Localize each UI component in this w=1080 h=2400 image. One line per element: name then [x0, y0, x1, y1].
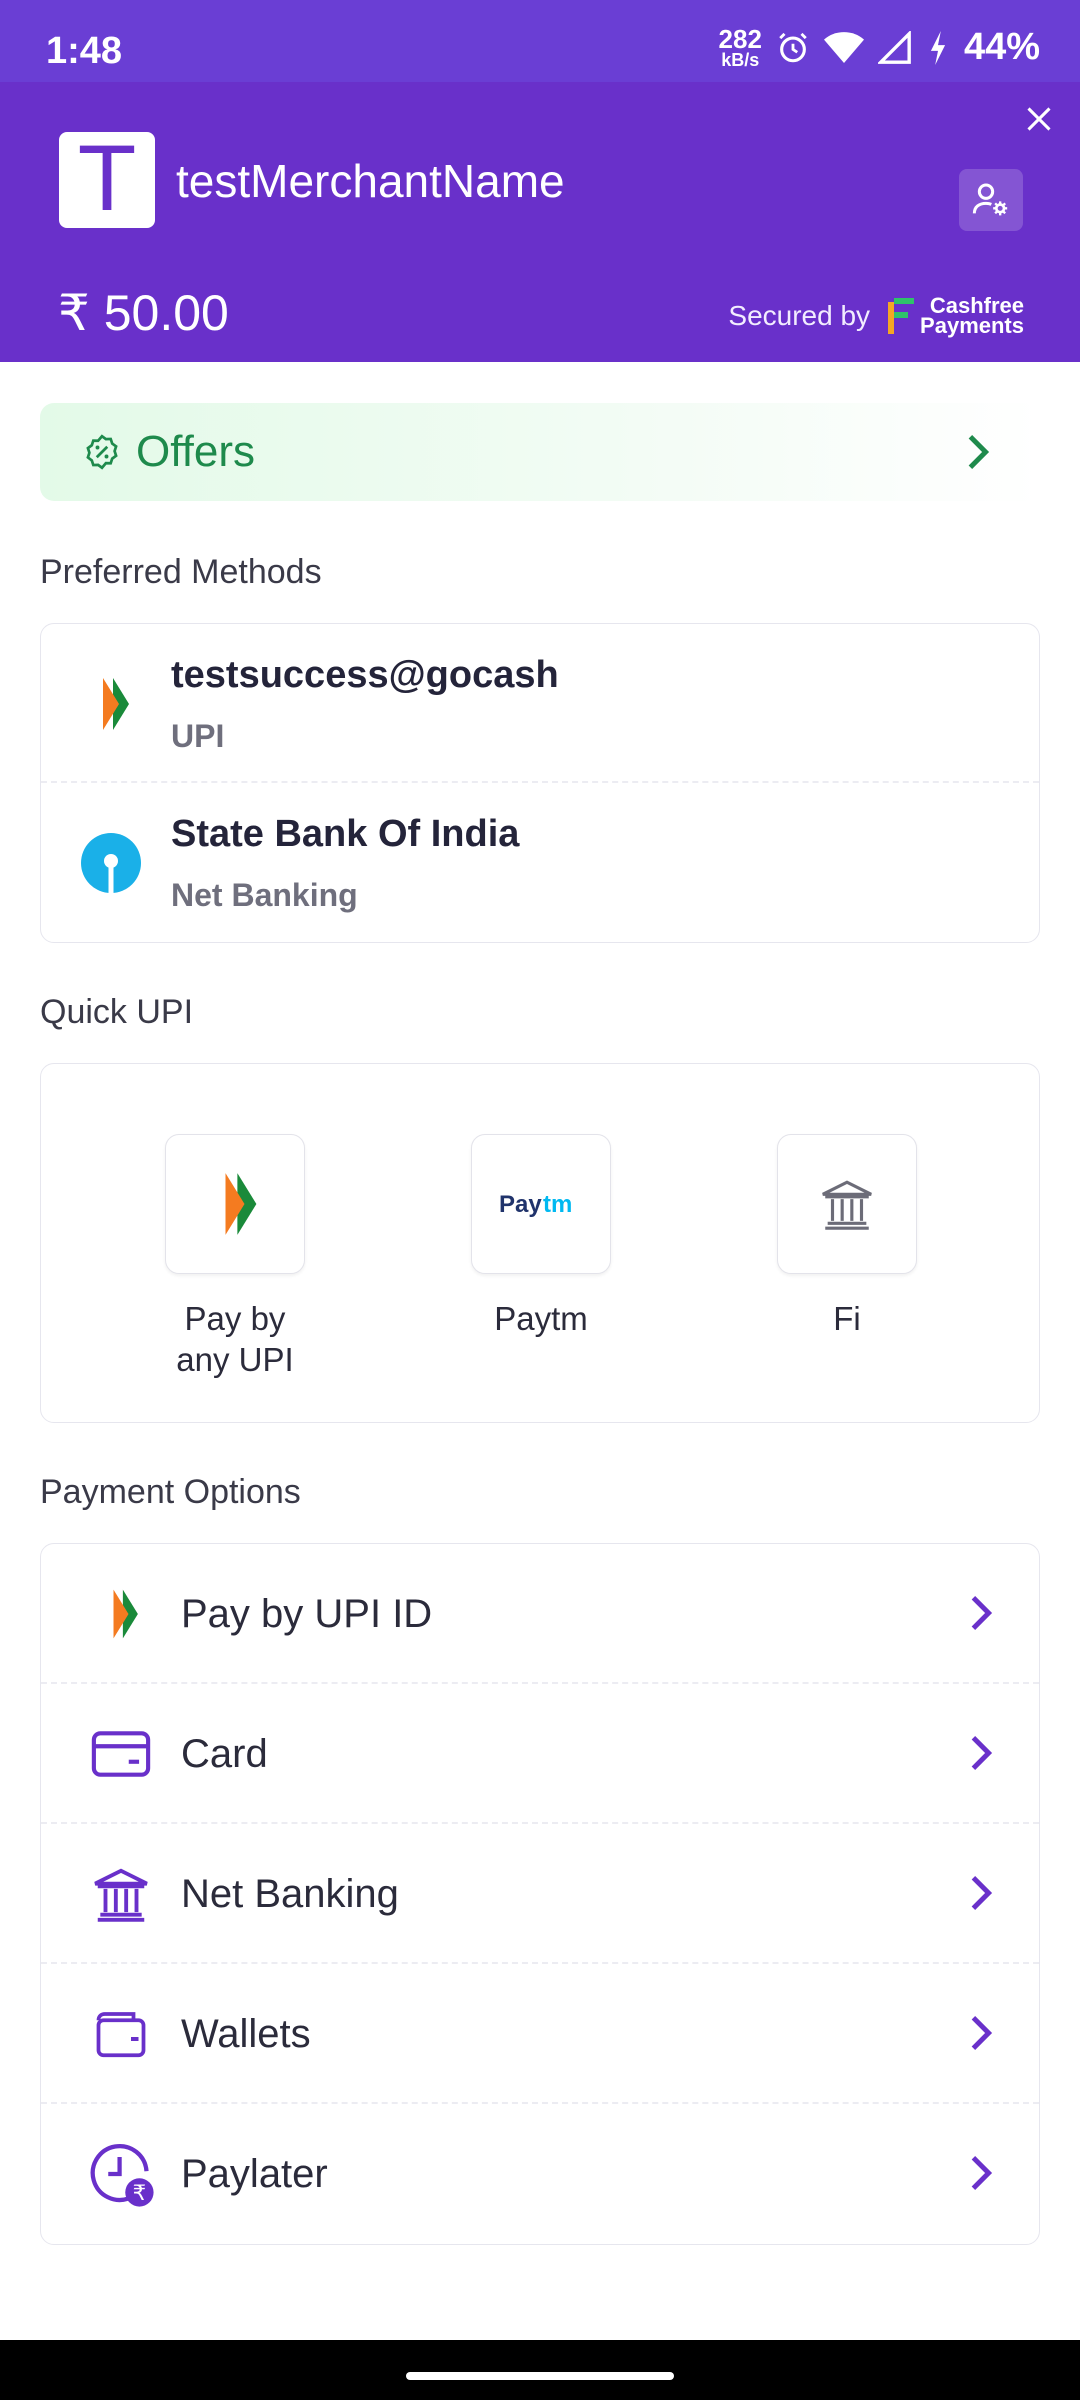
preferred-method-title: State Bank Of India	[171, 813, 520, 855]
payment-option-card[interactable]: Card	[41, 1684, 1039, 1824]
user-settings-icon	[972, 183, 1008, 216]
wifi-icon	[823, 31, 864, 63]
merchant-name: testMerchantName	[176, 155, 565, 207]
quick-upi-any-upi[interactable]	[165, 1134, 305, 1274]
paytm-icon: Pay tm	[499, 1191, 572, 1218]
payment-options-title: Payment Options	[40, 1473, 301, 1511]
status-bar: 1:48 282 kB/s 44%	[0, 0, 1080, 82]
payments-word: Payments	[920, 313, 1024, 338]
cashfree-mark-icon	[888, 298, 915, 334]
checkout-header: T testMerchantName ₹ 50.00 Secured by Ca…	[0, 82, 1080, 362]
system-nav-bar	[0, 2340, 1080, 2400]
payment-options-list: Pay by UPI ID Card Net Banking Wallets ₹…	[40, 1543, 1040, 2245]
quick-upi-label: Pay by any UPI	[176, 1300, 294, 1378]
status-time: 1:48	[46, 30, 123, 72]
order-amount: ₹ 50.00	[58, 285, 229, 341]
offers-label: Offers	[136, 427, 256, 476]
svg-text:tm: tm	[543, 1191, 572, 1218]
offer-badge-icon	[86, 434, 118, 470]
wallet-icon	[87, 2000, 155, 2068]
speed-unit: kB/s	[721, 49, 760, 70]
network-speed: 282 kB/s	[718, 23, 762, 70]
secured-by-label: Secured by	[728, 300, 871, 331]
chevron-right-icon	[971, 1876, 993, 1910]
payment-option-paylater[interactable]: ₹ Paylater	[41, 2104, 1039, 2244]
payment-option-netbanking[interactable]: Net Banking	[41, 1824, 1039, 1964]
bank-icon	[822, 1180, 872, 1230]
close-button[interactable]	[1014, 94, 1064, 144]
cashfree-logo: Cashfree Payments	[888, 295, 1024, 338]
paylater-icon: ₹	[87, 2140, 155, 2208]
quick-upi-paytm[interactable]: Pay tm	[471, 1134, 611, 1274]
status-icons: 282 kB/s 44%	[719, 26, 1040, 69]
battery-percent: 44%	[963, 26, 1040, 68]
secured-by: Secured by Cashfree Payments	[728, 295, 1024, 338]
preferred-method-subtitle: Net Banking	[171, 877, 358, 913]
alarm-icon	[779, 32, 807, 62]
speed-value: 282	[718, 23, 762, 54]
upi-icon	[103, 678, 129, 730]
upi-icon	[225, 1173, 257, 1235]
sbi-icon	[81, 833, 141, 893]
quick-upi-fi[interactable]	[777, 1134, 917, 1274]
preferred-method-title: testsuccess@gocash	[171, 654, 559, 696]
close-icon	[1027, 107, 1051, 131]
payment-option-label: Wallets	[181, 2012, 311, 2056]
preferred-method-subtitle: UPI	[171, 718, 225, 754]
charging-icon	[930, 30, 946, 65]
bank-icon	[87, 1860, 155, 1928]
chevron-right-icon	[971, 1736, 993, 1770]
quick-upi-label: Fi	[833, 1300, 861, 1337]
card-icon	[87, 1720, 155, 1788]
profile-settings-button[interactable]	[959, 169, 1023, 231]
quick-upi-title: Quick UPI	[40, 993, 194, 1031]
quick-upi-panel: Pay by any UPI Pay tm Paytm Fi	[40, 1063, 1040, 1423]
preferred-methods-list: testsuccess@gocash UPI State Bank Of Ind…	[40, 623, 1040, 943]
payment-option-label: Net Banking	[181, 1872, 399, 1916]
payment-option-label: Pay by UPI ID	[181, 1592, 433, 1636]
quick-upi-label: Paytm	[494, 1300, 588, 1337]
payment-option-label: Card	[181, 1732, 268, 1776]
payment-option-upi-id[interactable]: Pay by UPI ID	[41, 1544, 1039, 1684]
home-gesture-handle[interactable]	[406, 2372, 674, 2380]
preferred-methods-title: Preferred Methods	[40, 553, 322, 591]
payment-option-wallets[interactable]: Wallets	[41, 1964, 1039, 2104]
upi-icon	[87, 1580, 155, 1648]
payment-option-label: Paylater	[181, 2152, 328, 2196]
signal-icon	[877, 30, 911, 64]
chevron-right-icon	[971, 2156, 993, 2190]
chevron-right-icon	[968, 435, 990, 469]
svg-text:Pay: Pay	[499, 1191, 542, 1218]
preferred-method-upi[interactable]: testsuccess@gocash UPI	[41, 624, 1039, 783]
merchant-logo: T	[59, 132, 155, 228]
svg-text:₹: ₹	[133, 2181, 147, 2206]
chevron-right-icon	[971, 1596, 993, 1630]
preferred-method-netbanking[interactable]: State Bank Of India Net Banking	[41, 783, 1039, 942]
chevron-right-icon	[971, 2016, 993, 2050]
offers-banner[interactable]: Offers	[40, 403, 1040, 501]
